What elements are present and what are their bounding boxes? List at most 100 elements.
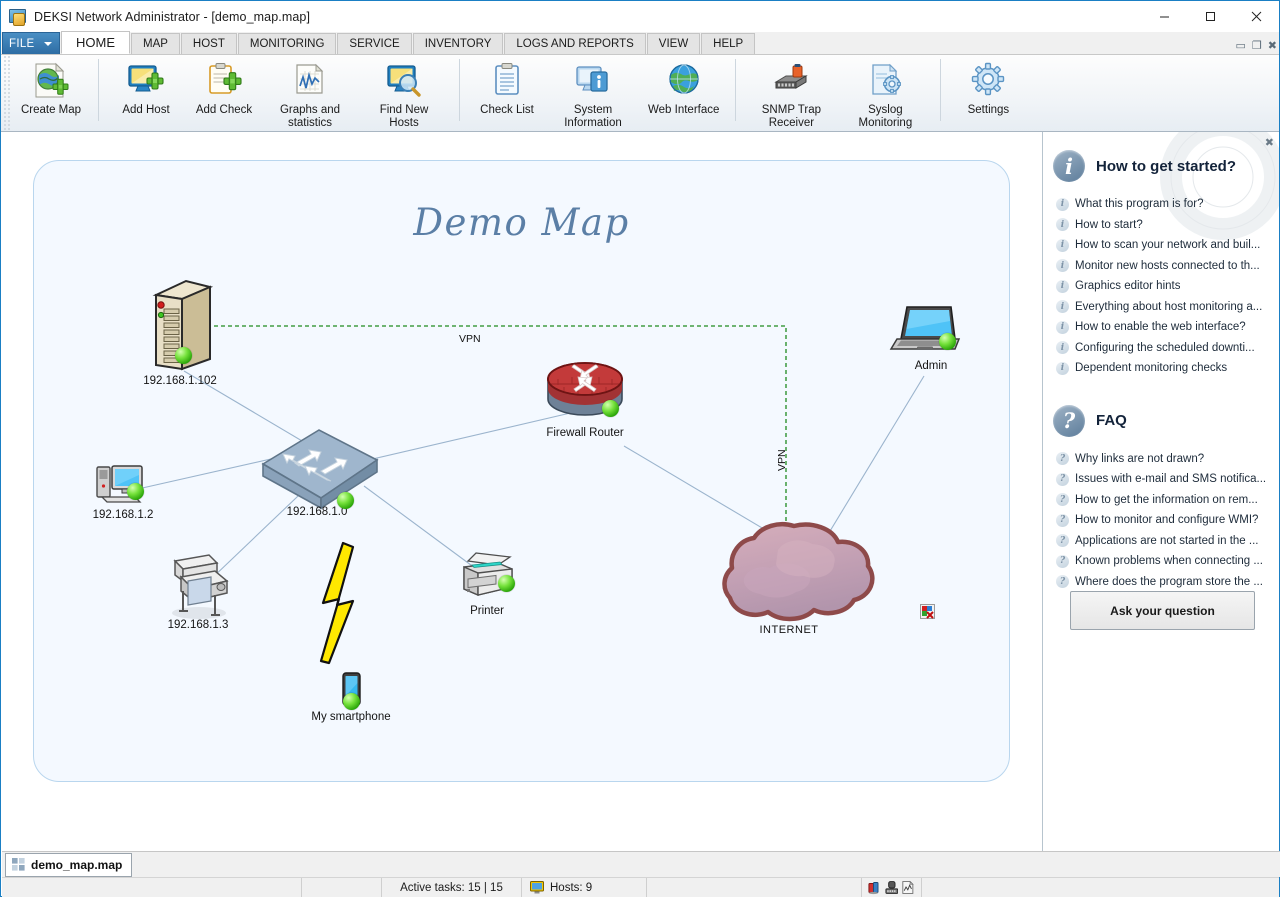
tab-view-label: VIEW bbox=[658, 38, 689, 50]
tab-view[interactable]: VIEW bbox=[646, 33, 701, 54]
tab-service[interactable]: SERVICE bbox=[337, 33, 412, 54]
tab-home[interactable]: HOME bbox=[61, 31, 130, 54]
tab-monitoring-label: MONITORING bbox=[249, 38, 325, 50]
tab-monitoring[interactable]: MONITORING bbox=[237, 33, 337, 54]
list-item[interactable]: ? Known problems when connecting ... bbox=[1043, 551, 1279, 572]
tab-map[interactable]: MAP bbox=[131, 33, 180, 54]
settings-label: Settings bbox=[967, 104, 1010, 116]
tab-host-label: HOST bbox=[192, 38, 225, 50]
list-item[interactable]: i Graphics editor hints bbox=[1043, 276, 1279, 297]
close-button[interactable] bbox=[1233, 1, 1279, 32]
get-started-list: i What this program is for? i How to start… bbox=[1043, 194, 1279, 379]
tab-help-label: HELP bbox=[713, 38, 744, 50]
add-check-button[interactable]: Add Check bbox=[185, 55, 263, 118]
map-canvas[interactable]: Demo Map VPN VPN 192.168.1.102 192.168.1… bbox=[33, 160, 1010, 782]
question-bullet-icon: ? bbox=[1056, 534, 1069, 548]
app-monitor-key-icon bbox=[9, 8, 27, 26]
status-cell-empty-1 bbox=[2, 878, 302, 897]
list-item[interactable]: ? Where does the program store the ... bbox=[1043, 572, 1279, 593]
status-led-up bbox=[337, 492, 354, 509]
list-item[interactable]: i What this program is for? bbox=[1043, 194, 1279, 215]
settings-button[interactable]: Settings bbox=[949, 55, 1027, 118]
snmp-device-icon[interactable] bbox=[885, 880, 899, 895]
map-area: Demo Map VPN VPN 192.168.1.102 192.168.1… bbox=[2, 132, 1041, 851]
list-item[interactable]: i How to scan your network and buil... bbox=[1043, 235, 1279, 256]
ask-your-question-button[interactable]: Ask your question bbox=[1070, 591, 1255, 630]
check-list-button[interactable]: Check List bbox=[468, 55, 546, 118]
file-menu-button[interactable]: FILE bbox=[2, 32, 60, 54]
map-node-label: 192.168.1.102 bbox=[143, 375, 217, 387]
question-bullet-icon: ? bbox=[1056, 575, 1069, 589]
window-title: DEKSI Network Administrator - [demo_map.… bbox=[34, 9, 311, 24]
list-item[interactable]: ? How to monitor and configure WMI? bbox=[1043, 510, 1279, 531]
chevron-down-icon bbox=[44, 42, 52, 46]
list-item[interactable]: i Dependent monitoring checks bbox=[1043, 358, 1279, 379]
system-information-button[interactable]: System Information bbox=[546, 55, 640, 131]
web-interface-icon bbox=[664, 61, 704, 101]
tab-inventory-label: INVENTORY bbox=[424, 38, 492, 50]
mdi-minimize-button[interactable]: ▭ bbox=[1236, 41, 1246, 52]
graphs-statistics-button[interactable]: Graphs and statistics bbox=[263, 55, 357, 131]
snmp-trap-receiver-label: SNMP Trap Receiver bbox=[761, 104, 821, 129]
status-cell-empty-3 bbox=[647, 878, 862, 897]
web-interface-button[interactable]: Web Interface bbox=[640, 55, 727, 118]
create-map-button[interactable]: Create Map bbox=[12, 55, 90, 118]
add-host-icon bbox=[126, 61, 166, 101]
list-item-label: Applications are not started in the ... bbox=[1075, 534, 1259, 547]
tab-service-label: SERVICE bbox=[349, 38, 400, 50]
status-led-up bbox=[343, 693, 360, 710]
list-item[interactable]: i Monitor new hosts connected to th... bbox=[1043, 256, 1279, 277]
tab-host[interactable]: HOST bbox=[180, 33, 237, 54]
mdi-close-button[interactable]: ✖ bbox=[1268, 41, 1277, 52]
map-node-server[interactable]: 192.168.1.102 bbox=[143, 273, 217, 388]
get-started-title: How to get started? bbox=[1096, 157, 1237, 175]
network-scanner-icon[interactable] bbox=[868, 880, 882, 895]
list-item[interactable]: ? Why links are not drawn? bbox=[1043, 449, 1279, 470]
list-item[interactable]: ? How to get the information on rem... bbox=[1043, 490, 1279, 511]
report-page-icon[interactable] bbox=[901, 880, 915, 895]
create-map-icon bbox=[31, 61, 71, 101]
map-node-label: 192.168.1.2 bbox=[92, 509, 154, 521]
syslog-monitoring-button[interactable]: Syslog Monitoring bbox=[838, 55, 932, 131]
graphs-statistics-icon bbox=[290, 61, 330, 101]
question-bullet-icon: ? bbox=[1056, 452, 1069, 466]
map-node-smartphone[interactable]: My smartphone bbox=[311, 671, 391, 723]
vpn-label-horizontal: VPN bbox=[459, 333, 481, 345]
tab-logs-and-reports[interactable]: LOGS AND REPORTS bbox=[504, 33, 646, 54]
list-item-label: How to get the information on rem... bbox=[1075, 493, 1258, 506]
question-bullet-icon: ? bbox=[1056, 513, 1069, 527]
create-map-label: Create Map bbox=[20, 104, 82, 116]
list-item[interactable]: i How to start? bbox=[1043, 215, 1279, 236]
find-new-hosts-button[interactable]: Find New Hosts bbox=[357, 55, 451, 131]
status-tray-icons bbox=[862, 878, 922, 897]
snmp-trap-receiver-button[interactable]: SNMP Trap Receiver bbox=[744, 55, 838, 131]
map-node-firewall-router[interactable]: Firewall Router bbox=[544, 357, 626, 439]
ribbon-separator bbox=[940, 59, 942, 121]
ribbon-group-settings: Settings bbox=[949, 55, 1027, 130]
document-tab-demo-map[interactable]: demo_map.map bbox=[5, 852, 133, 877]
list-item[interactable]: i How to enable the web interface? bbox=[1043, 317, 1279, 338]
add-host-button[interactable]: Add Host bbox=[107, 55, 185, 118]
map-node-label: 192.168.1.0 bbox=[286, 506, 348, 518]
syslog-monitoring-icon bbox=[865, 61, 905, 101]
map-node-admin[interactable]: Admin bbox=[889, 303, 963, 372]
map-node-printer[interactable]: Printer bbox=[452, 551, 520, 617]
maximize-button[interactable] bbox=[1187, 1, 1233, 32]
tab-inventory[interactable]: INVENTORY bbox=[412, 33, 504, 54]
list-item[interactable]: i Configuring the scheduled downti... bbox=[1043, 338, 1279, 359]
list-item[interactable]: ? Applications are not started in the ... bbox=[1043, 531, 1279, 552]
status-hosts-label: Hosts: 9 bbox=[550, 881, 593, 894]
get-started-header: i How to get started? bbox=[1043, 132, 1279, 182]
map-node-workstation[interactable]: 192.168.1.2 bbox=[92, 461, 154, 521]
list-item[interactable]: i Everything about host monitoring a... bbox=[1043, 297, 1279, 318]
list-item[interactable]: ? Issues with e-mail and SMS notifica... bbox=[1043, 469, 1279, 490]
minimize-button[interactable] bbox=[1141, 1, 1187, 32]
map-node-plotter[interactable]: 192.168.1.3 bbox=[159, 551, 237, 631]
tab-help[interactable]: HELP bbox=[701, 33, 756, 54]
mdi-restore-button[interactable]: ❐ bbox=[1252, 41, 1262, 52]
status-led-up bbox=[175, 347, 192, 364]
map-node-internet[interactable]: INTERNET bbox=[674, 516, 935, 641]
graphs-statistics-label: Graphs and statistics bbox=[279, 104, 341, 129]
map-node-label: Firewall Router bbox=[546, 427, 624, 439]
map-node-switch[interactable]: 192.168.1.0 bbox=[259, 416, 387, 518]
